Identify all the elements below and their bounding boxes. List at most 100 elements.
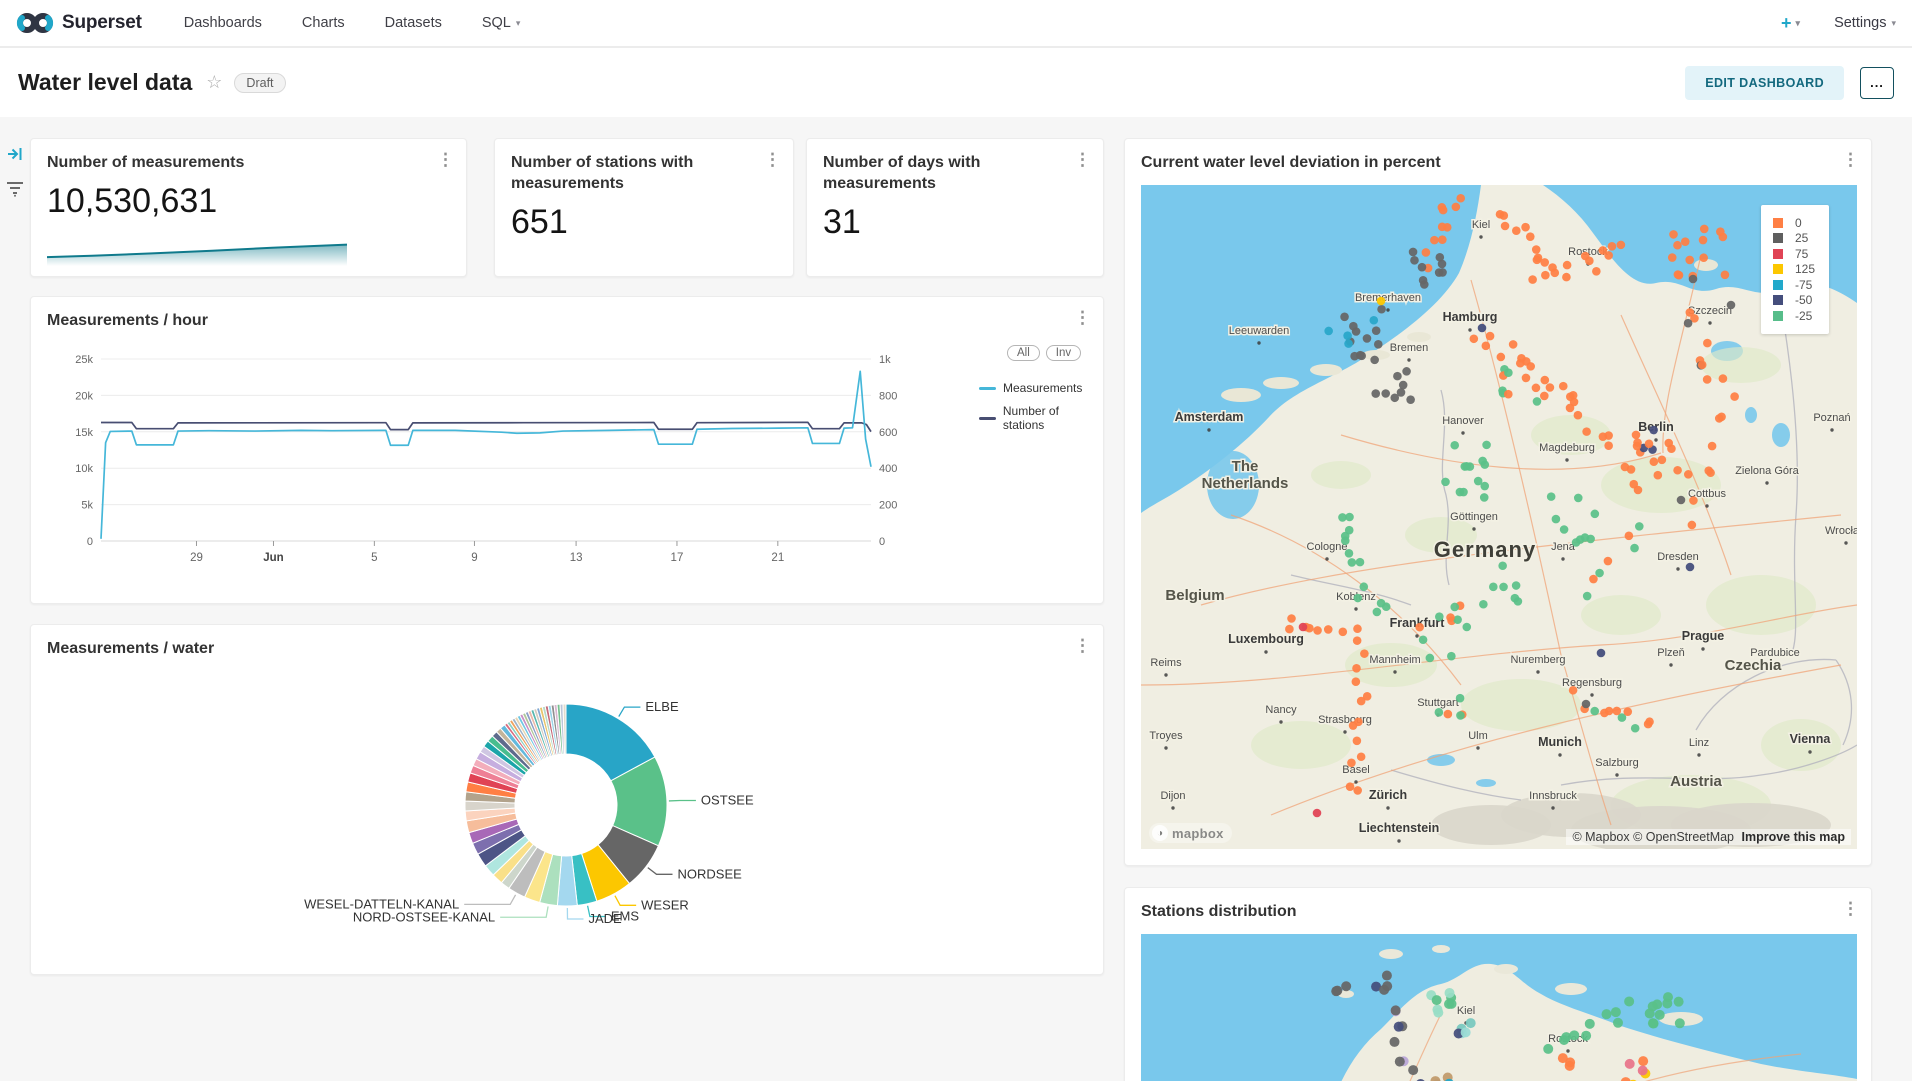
svg-text:Dijon: Dijon	[1160, 790, 1185, 802]
chevron-down-icon: ▾	[1891, 18, 1896, 29]
line-chart[interactable]: 25k1k20k80015k60010k4005k2000029Jun59131…	[41, 345, 971, 585]
improve-map-link[interactable]: Improve this map	[1742, 830, 1846, 844]
svg-text:Prague: Prague	[1682, 629, 1724, 643]
legend-all-button[interactable]: All	[1007, 345, 1040, 361]
mapbox-logo[interactable]: ◑ mapbox	[1149, 823, 1232, 843]
nav-dashboards[interactable]: Dashboards	[184, 15, 262, 31]
legend-marker	[979, 387, 996, 390]
donut-label: NORDSEE	[678, 866, 743, 881]
attribution-text: © Mapbox © OpenStreetMap	[1572, 830, 1734, 844]
kebab-menu-icon[interactable]: ⋮	[764, 151, 781, 168]
deviation-map[interactable]: KielRostockSzczecinLeeuwardenBremerhaven…	[1141, 185, 1857, 849]
map-container: KielRostockSzczecinLeeuwardenBremerhaven…	[1141, 185, 1857, 849]
nav-datasets[interactable]: Datasets	[385, 15, 442, 31]
legend-buttons: All Inv	[1007, 345, 1081, 361]
svg-text:Strasbourg: Strasbourg	[1318, 714, 1372, 726]
svg-text:Amsterdam: Amsterdam	[1175, 410, 1244, 424]
svg-text:25k: 25k	[75, 354, 93, 366]
map-legend: 02575125-75-50-25	[1761, 205, 1829, 334]
legend-swatch	[1773, 280, 1783, 290]
svg-text:Hanover: Hanover	[1442, 415, 1484, 427]
kebab-menu-icon[interactable]: ⋮	[1074, 637, 1091, 654]
chevron-down-icon: ▾	[516, 18, 521, 29]
legend-swatch	[1773, 264, 1783, 274]
legend-label: 75	[1795, 247, 1808, 261]
superset-dashboard: Superset Dashboards Charts Datasets SQL▾…	[0, 0, 1912, 1081]
svg-text:17: 17	[671, 552, 684, 564]
svg-text:Zürich: Zürich	[1369, 788, 1407, 802]
svg-text:Luxembourg: Luxembourg	[1228, 632, 1304, 646]
settings-menu[interactable]: Settings ▾	[1834, 15, 1896, 31]
svg-text:9: 9	[471, 552, 477, 564]
stations-map[interactable]: KielRostock	[1141, 934, 1857, 1081]
svg-text:600: 600	[879, 427, 897, 439]
svg-text:Dresden: Dresden	[1657, 551, 1699, 563]
legend-label: -75	[1795, 278, 1812, 292]
kebab-menu-icon[interactable]: ⋮	[1074, 309, 1091, 326]
page-title: Water level data	[18, 69, 192, 96]
svg-text:Basel: Basel	[1342, 764, 1370, 776]
svg-text:10k: 10k	[75, 463, 93, 475]
svg-text:Magdeburg: Magdeburg	[1539, 442, 1595, 454]
legend-marker	[979, 417, 996, 420]
svg-text:Salzburg: Salzburg	[1595, 757, 1638, 769]
dashboard-header: Water level data ☆ Draft EDIT DASHBOARD …	[0, 48, 1912, 117]
svg-text:Stuttgart: Stuttgart	[1417, 697, 1459, 709]
nav-right: +▾ Settings ▾	[1781, 13, 1896, 34]
svg-text:20k: 20k	[75, 390, 93, 402]
map-card-deviation: Current water level deviation in percent…	[1124, 138, 1872, 866]
kpi-card-stations: Number of stations with measurements ⋮ 6…	[494, 138, 794, 277]
card-title: Measurements / water	[31, 625, 1103, 660]
svg-text:Nuremberg: Nuremberg	[1510, 654, 1565, 666]
legend-item: 75	[1773, 246, 1815, 262]
svg-text:29: 29	[190, 552, 203, 564]
header-actions: EDIT DASHBOARD ...	[1685, 66, 1894, 100]
svg-text:Mannheim: Mannheim	[1369, 654, 1420, 666]
svg-text:Troyes: Troyes	[1149, 730, 1183, 742]
superset-logo[interactable]: Superset	[16, 10, 142, 36]
legend-item: 125	[1773, 262, 1815, 278]
legend-item-measurements[interactable]: Measurements	[979, 381, 1103, 395]
map-container: KielRostock	[1141, 934, 1857, 1081]
kebab-menu-icon[interactable]: ⋮	[1842, 151, 1859, 168]
mapbox-wordmark: mapbox	[1172, 826, 1224, 841]
kebab-menu-icon[interactable]: ⋮	[1842, 900, 1859, 917]
kebab-menu-icon[interactable]: ⋮	[1074, 151, 1091, 168]
chart-card-measurements-water: Measurements / water ⋮ ELBEOSTSEENORDSEE…	[30, 624, 1104, 975]
kebab-menu-icon[interactable]: ⋮	[437, 151, 454, 168]
nav-sql[interactable]: SQL▾	[482, 15, 521, 31]
legend-item-stations[interactable]: Number of stations	[979, 404, 1103, 432]
legend-label: 125	[1795, 262, 1815, 276]
legend-label: -25	[1795, 309, 1812, 323]
kpi-card-measurements: Number of measurements ⋮ 10,530,631	[30, 138, 467, 277]
svg-text:Wrocław: Wrocław	[1825, 525, 1857, 537]
legend-item: 0	[1773, 215, 1815, 231]
plus-icon: +	[1781, 13, 1792, 34]
legend-inv-button[interactable]: Inv	[1046, 345, 1081, 361]
svg-text:Bremerhaven: Bremerhaven	[1355, 292, 1421, 304]
settings-label: Settings	[1834, 15, 1886, 31]
more-options-button[interactable]: ...	[1860, 67, 1894, 99]
add-button[interactable]: +▾	[1781, 13, 1800, 34]
kpi-card-days: Number of days with measurements ⋮ 31	[806, 138, 1104, 277]
nav-charts[interactable]: Charts	[302, 15, 345, 31]
svg-text:5k: 5k	[81, 500, 93, 512]
donut-chart[interactable]: ELBEOSTSEENORDSEEWESEREMSJADENORD-OSTSEE…	[47, 669, 1089, 969]
legend-label: 0	[1795, 216, 1802, 230]
svg-text:Liechtenstein: Liechtenstein	[1359, 821, 1440, 835]
legend-swatch	[1773, 233, 1783, 243]
legend-label: Measurements	[1003, 381, 1082, 395]
donut-label: WESER	[641, 897, 689, 912]
kpi-value: 651	[495, 195, 793, 242]
svg-text:Belgium: Belgium	[1165, 587, 1224, 604]
svg-text:Jun: Jun	[263, 552, 283, 564]
card-title: Number of stations with measurements	[495, 139, 745, 195]
expand-filters-icon[interactable]	[6, 145, 24, 163]
svg-text:Plzeň: Plzeň	[1657, 647, 1685, 659]
edit-dashboard-button[interactable]: EDIT DASHBOARD	[1685, 66, 1844, 100]
favorite-star-icon[interactable]: ☆	[206, 72, 222, 93]
svg-text:Kiel: Kiel	[1472, 219, 1490, 231]
filter-icon[interactable]	[6, 181, 24, 197]
svg-text:Cologne: Cologne	[1307, 541, 1348, 553]
top-nav: Superset Dashboards Charts Datasets SQL▾…	[0, 0, 1912, 48]
